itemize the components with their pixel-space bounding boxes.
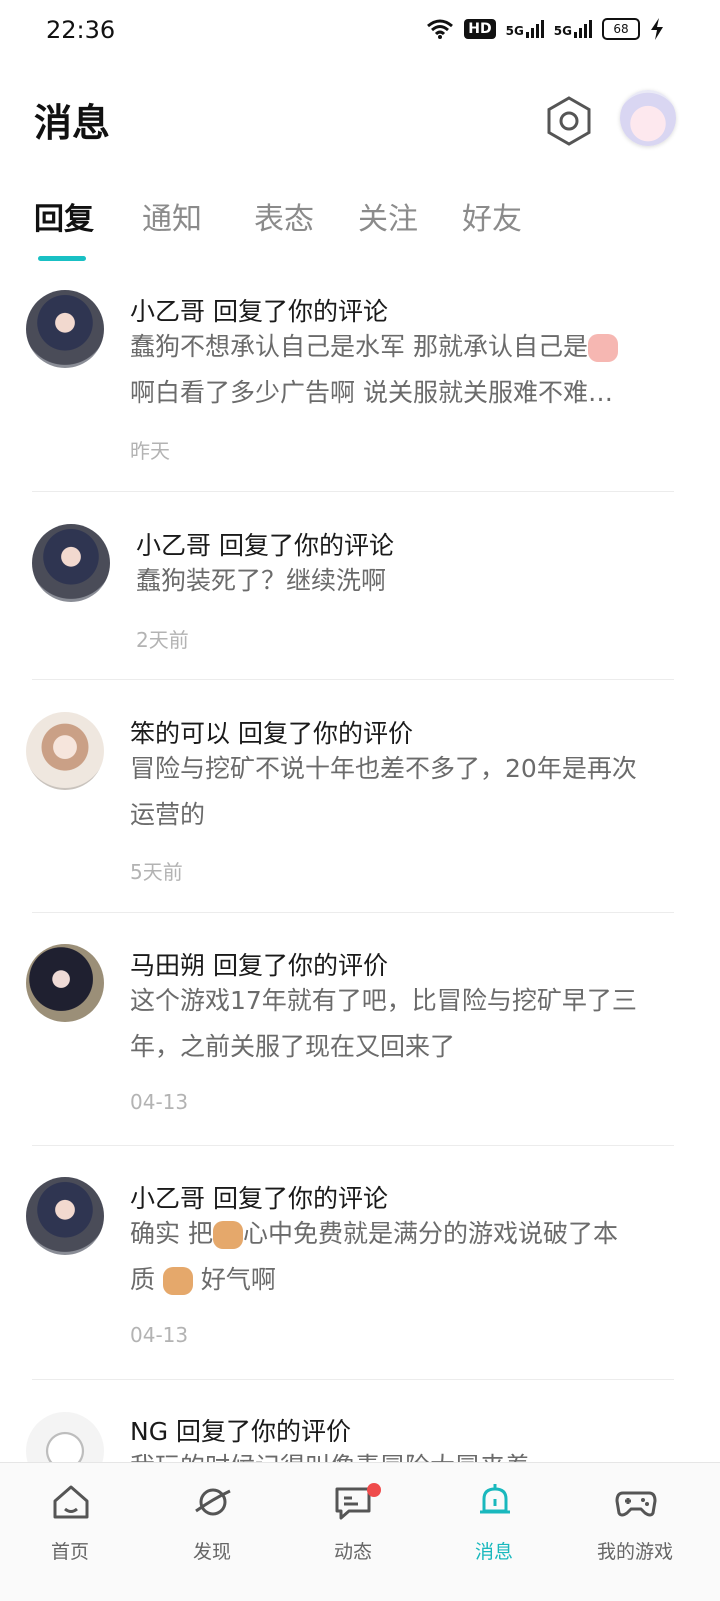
planet-icon xyxy=(195,1488,231,1516)
reply-title: 马田朔 回复了你的评价 xyxy=(130,951,388,980)
message-tabs: 回复 通知 表态 关注 好友 xyxy=(0,190,720,270)
divider xyxy=(32,912,674,913)
reply-content: 蠢狗装死了？继续洗啊 xyxy=(136,558,681,604)
page-title: 消息 xyxy=(34,101,111,145)
bottom-navigation: 首页 发现 动态 消息 我的游戏 xyxy=(0,1462,720,1601)
pig-emoji-icon xyxy=(587,334,618,362)
nav-home[interactable]: 首页 xyxy=(20,1463,120,1601)
reply-title: 小乙哥 回复了你的评论 xyxy=(130,1184,388,1213)
battery-icon: 68 xyxy=(602,18,640,40)
gamepad-icon xyxy=(615,1491,657,1517)
reply-text-line2: 啊白看了多少广告啊 说关服就关服难不难… xyxy=(130,378,613,407)
nav-discover-label: 发现 xyxy=(192,1541,231,1563)
divider xyxy=(32,1379,674,1380)
user-avatar[interactable] xyxy=(620,90,676,146)
reply-content: 冒险与挖矿不说十年也差不多了，20年是再次 运营的 xyxy=(130,746,675,838)
nav-feed[interactable]: 动态 xyxy=(303,1463,403,1601)
nav-messages-label: 消息 xyxy=(474,1541,513,1563)
bell-icon xyxy=(480,1484,510,1514)
avatar[interactable] xyxy=(26,712,104,790)
divider xyxy=(32,491,674,492)
status-time: 22:36 xyxy=(46,16,116,44)
reply-time: 04-13 xyxy=(130,1323,189,1347)
reply-text-line1: 我玩的时候记得叫像素冒险大冒来着 xyxy=(130,1444,675,1464)
active-tab-indicator xyxy=(38,256,86,261)
reply-time: 昨天 xyxy=(130,439,170,463)
nav-home-label: 首页 xyxy=(50,1541,89,1563)
reply-text-line1: 蠢狗不想承认自己是水军 那就承认自己是 xyxy=(130,332,588,361)
settings-hex-icon[interactable] xyxy=(542,94,596,148)
reply-content: 确实 把心中免费就是满分的游戏说破了本 质 好气啊 xyxy=(130,1211,675,1303)
reply-title: NG 回复了你的评价 xyxy=(130,1417,352,1446)
reply-text-line2: 年，之前关服了现在又回来了 xyxy=(130,1032,456,1061)
home-icon xyxy=(53,1485,89,1519)
signal-icon-1: 5G xyxy=(506,20,544,38)
reply-text-line1: 这个游戏17年就有了吧，比冒险与挖矿早了三 xyxy=(130,986,637,1015)
reply-text-line2: 运营的 xyxy=(130,800,206,829)
reply-content: 蠢狗不想承认自己是水军 那就承认自己是 啊白看了多少广告啊 说关服就关服难不难… xyxy=(130,324,675,416)
reply-content: 我玩的时候记得叫像素冒险大冒来着 xyxy=(130,1444,675,1464)
nav-messages[interactable]: 消息 xyxy=(444,1463,544,1601)
reply-title: 笨的可以 回复了你的评价 xyxy=(130,719,413,748)
avatar[interactable] xyxy=(32,524,110,602)
net1-label: 5G xyxy=(505,24,524,38)
divider xyxy=(32,1145,674,1146)
signal-icon-2: 5G xyxy=(554,20,592,38)
tab-following[interactable]: 关注 xyxy=(358,194,418,238)
reply-title: 小乙哥 回复了你的评论 xyxy=(136,531,394,560)
reply-text-line1b: 心中免费就是满分的游戏说破了本 xyxy=(242,1219,618,1248)
tab-notifications[interactable]: 通知 xyxy=(142,194,202,238)
net2-label: 5G xyxy=(553,24,572,38)
nav-discover[interactable]: 发现 xyxy=(162,1463,262,1601)
reply-time: 04-13 xyxy=(130,1090,189,1114)
hd-icon: HD xyxy=(464,19,496,39)
tab-friends[interactable]: 好友 xyxy=(462,194,522,238)
reply-text-line1: 冒险与挖矿不说十年也差不多了，20年是再次 xyxy=(130,754,637,783)
avatar[interactable] xyxy=(26,944,104,1022)
dog-emoji-icon xyxy=(212,1221,243,1249)
divider xyxy=(32,679,674,680)
reply-text-line1a: 确实 把 xyxy=(130,1219,213,1248)
nav-feed-label: 动态 xyxy=(333,1541,372,1563)
tab-replies[interactable]: 回复 xyxy=(34,194,94,238)
status-bar: 22:36 HD 5G 5G 68 xyxy=(0,0,720,64)
reply-text-line2b: 好气啊 xyxy=(200,1265,276,1294)
avatar[interactable] xyxy=(26,1177,104,1255)
dog-emoji-icon xyxy=(162,1267,193,1295)
wifi-icon xyxy=(427,19,454,39)
tab-reactions[interactable]: 表态 xyxy=(254,194,314,238)
notification-dot xyxy=(367,1483,381,1497)
reply-content: 这个游戏17年就有了吧，比冒险与挖矿早了三 年，之前关服了现在又回来了 xyxy=(130,978,675,1070)
status-icons: HD 5G 5G 68 xyxy=(426,18,664,40)
avatar[interactable] xyxy=(26,290,104,368)
reply-text-line1: 蠢狗装死了？继续洗啊 xyxy=(136,566,387,595)
charging-icon xyxy=(651,18,663,40)
nav-my-games-label: 我的游戏 xyxy=(596,1541,673,1563)
reply-time: 2天前 xyxy=(136,628,189,652)
reply-time: 5天前 xyxy=(130,860,183,884)
reply-text-line2a: 质 xyxy=(130,1265,156,1294)
reply-title: 小乙哥 回复了你的评论 xyxy=(130,297,388,326)
nav-my-games[interactable]: 我的游戏 xyxy=(585,1463,685,1601)
